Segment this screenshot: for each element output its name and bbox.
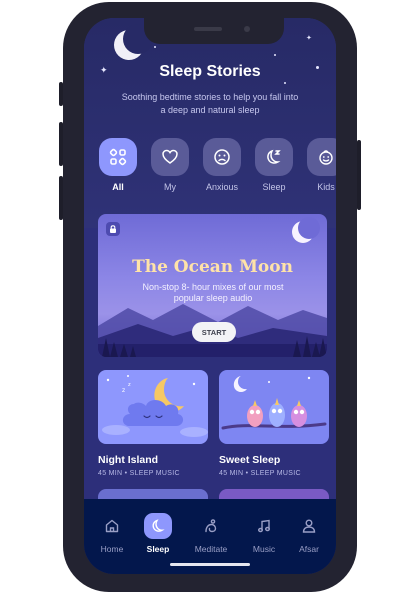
tab-label: Home	[100, 544, 124, 554]
tab-label: Afsar	[299, 544, 319, 554]
page-title: Sleep Stories	[159, 63, 261, 80]
tab-label: Sleep	[146, 544, 170, 554]
moon-icon	[267, 149, 281, 164]
tab-sleep[interactable]: Sleep	[136, 513, 180, 554]
music-icon	[258, 519, 270, 533]
sad-face-icon	[214, 149, 230, 165]
star-dot	[154, 46, 156, 48]
volume-down-button	[59, 176, 63, 220]
mute-switch	[59, 82, 63, 106]
crescent-moon-icon	[292, 217, 320, 243]
star-dot	[274, 54, 276, 56]
tab-home[interactable]: Home	[90, 513, 134, 554]
story-title: Night Island	[98, 454, 159, 466]
lock-icon	[106, 222, 120, 236]
night-island-illustration: z z	[98, 370, 208, 444]
star-icon: ✦	[306, 35, 312, 42]
story-meta: 45 MIN • SLEEP MUSIC	[219, 470, 301, 477]
tab-label: Meditate	[194, 544, 228, 554]
home-indicator	[170, 563, 250, 566]
front-camera	[244, 26, 250, 32]
user-icon	[302, 519, 316, 533]
story-card-sweet-sleep[interactable]: Sweet Sleep 45 MIN • SLEEP MUSIC	[219, 370, 329, 477]
category-filter-bar: All My Anxious Sleep Kids	[84, 138, 336, 198]
category-label: My	[164, 182, 176, 192]
tab-music[interactable]: Music	[242, 513, 286, 554]
tab-meditate[interactable]: Meditate	[189, 513, 233, 554]
tab-profile[interactable]: Afsar	[287, 513, 331, 554]
crescent-moon-icon	[114, 24, 153, 60]
tab-label: Music	[252, 544, 276, 554]
svg-text:z: z	[128, 382, 131, 388]
home-icon	[105, 519, 119, 533]
featured-title: The Ocean Moon	[132, 257, 293, 277]
featured-story-card[interactable]: The Ocean Moon Non-stop 8- hour mixes of…	[98, 214, 327, 357]
heart-icon	[162, 149, 178, 164]
category-label: Kids	[317, 182, 335, 192]
kid-face-icon	[319, 150, 333, 165]
moon-icon	[152, 519, 165, 532]
category-my[interactable]: My	[150, 138, 190, 192]
category-anxious[interactable]: Anxious	[202, 138, 242, 192]
story-card-night-island[interactable]: z z Night Island 45 MIN • SLEEP MUSIC	[98, 370, 208, 477]
category-label: Anxious	[205, 182, 239, 192]
page-subtitle: Soothing bedtime stories to help you fal…	[121, 92, 299, 115]
story-meta: 45 MIN • SLEEP MUSIC	[98, 470, 180, 477]
start-button[interactable]: START	[192, 322, 236, 342]
app-screen: ✦ ✦ Sleep Stories Soothing bedtime stori…	[84, 18, 336, 574]
notch	[144, 18, 284, 44]
star-dot	[284, 82, 286, 84]
meditate-icon	[205, 519, 217, 533]
grid-icon	[109, 148, 127, 166]
category-all[interactable]: All	[98, 138, 138, 192]
category-label: All	[112, 182, 124, 192]
speaker	[194, 27, 222, 31]
power-button	[357, 140, 361, 210]
category-sleep[interactable]: Sleep	[254, 138, 294, 192]
sweet-sleep-illustration	[219, 370, 329, 444]
volume-up-button	[59, 122, 63, 166]
svg-text:z: z	[122, 387, 125, 394]
category-kids[interactable]: Kids	[306, 138, 336, 192]
category-label: Sleep	[262, 182, 286, 192]
story-title: Sweet Sleep	[219, 454, 281, 466]
